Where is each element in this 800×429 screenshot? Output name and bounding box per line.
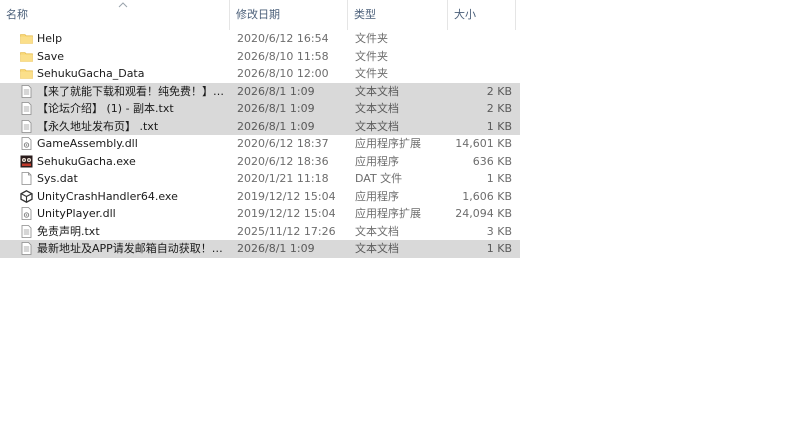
file-row[interactable]: SehukuGacha_Data 2026/8/10 12:00 文件夹 [0, 65, 520, 83]
file-name: SehukuGacha.exe [37, 154, 136, 168]
dll-file-icon [20, 137, 33, 150]
file-size: 1 KB [486, 172, 512, 185]
file-name: 【永久地址发布页】 .txt [37, 119, 159, 133]
file-name: Help [37, 32, 63, 45]
column-header-date-label: 修改日期 [236, 8, 280, 21]
column-header-size-label: 大小 [454, 8, 476, 21]
file-modified-date: 2026/8/1 1:09 [237, 84, 315, 98]
file-row[interactable]: 【永久地址发布页】 .txt 2026/8/1 1:09 文本文档 1 KB [0, 117, 520, 135]
file-name: UnityCrashHandler64.exe [37, 189, 178, 203]
column-header-date[interactable]: 修改日期 [230, 0, 348, 30]
file-row[interactable]: UnityPlayer.dll 2019/12/12 15:04 应用程序扩展 24,… [0, 205, 520, 223]
file-name: SehukuGacha_Data [37, 67, 145, 80]
text-file-icon [20, 102, 33, 115]
file-size: 1,606 KB [462, 189, 512, 203]
file-size: 14,601 KB [455, 137, 512, 150]
file-type: 文本文档 [355, 84, 399, 98]
file-modified-date: 2026/8/1 1:09 [237, 102, 315, 115]
file-modified-date: 2026/8/10 11:58 [237, 49, 329, 63]
file-size: 636 KB [472, 154, 512, 168]
file-type: 文件夹 [355, 67, 388, 80]
file-modified-date: 2026/8/1 1:09 [237, 119, 315, 133]
file-row[interactable]: 【论坛介绍】 (1) - 副本.txt 2026/8/1 1:09 文本文档 2 KB [0, 100, 520, 118]
text-file-icon [20, 84, 33, 98]
file-type: 文本文档 [355, 242, 399, 255]
file-size: 2 KB [486, 84, 512, 98]
file-modified-date: 2026/8/10 12:00 [237, 67, 329, 80]
unity-icon [20, 189, 33, 203]
folder-icon [20, 50, 33, 63]
file-row[interactable]: 免责声明.txt 2025/11/12 17:26 文本文档 3 KB [0, 223, 520, 241]
file-type: 文本文档 [355, 224, 399, 238]
file-name: Save [37, 49, 65, 63]
file-modified-date: 2020/1/21 11:18 [237, 172, 329, 185]
file-type: 应用程序扩展 [355, 207, 421, 220]
file-type: DAT 文件 [355, 172, 403, 185]
file-name: UnityPlayer.dll [37, 207, 116, 220]
dll-file-icon [20, 207, 33, 220]
file-row[interactable]: Sys.dat 2020/1/21 11:18 DAT 文件 1 KB [0, 170, 520, 188]
file-name: 【来了就能下载和观看！纯免费！】 - 副... [37, 84, 227, 98]
file-type: 文本文档 [355, 119, 399, 133]
file-modified-date: 2020/6/12 18:36 [237, 154, 329, 168]
file-row[interactable]: SehukuGacha.exe 2020/6/12 18:36 应用程序 636 KB [0, 153, 520, 171]
text-file-icon [20, 242, 33, 255]
column-header-name-label: 名称 [6, 8, 28, 21]
file-modified-date: 2026/8/1 1:09 [237, 242, 315, 255]
file-name: GameAssembly.dll [37, 137, 138, 150]
text-file-icon [20, 224, 33, 238]
file-size: 1 KB [486, 242, 512, 255]
file-name: Sys.dat [37, 172, 78, 185]
file-type: 文本文档 [355, 102, 399, 115]
file-row[interactable]: UnityCrashHandler64.exe 2019/12/12 15:04 应… [0, 188, 520, 206]
folder-icon [20, 67, 33, 80]
file-size: 24,094 KB [455, 207, 512, 220]
game-app-icon [20, 155, 33, 168]
file-row[interactable]: GameAssembly.dll 2020/6/12 18:37 应用程序扩展 14,… [0, 135, 520, 153]
file-modified-date: 2020/6/12 18:37 [237, 137, 329, 150]
file-row[interactable]: 最新地址及APP请发邮箱自动获取！！！... 2026/8/1 1:09 文本文档 1… [0, 240, 520, 258]
file-type: 文件夹 [355, 49, 388, 63]
file-list: Help 2020/6/12 16:54 文件夹 Save 2026/8/10 11:5… [0, 30, 520, 258]
file-row[interactable]: Help 2020/6/12 16:54 文件夹 [0, 30, 520, 48]
file-type: 应用程序 [355, 189, 399, 203]
column-header-bar: 名称 修改日期 类型 大小 [0, 0, 520, 30]
text-file-icon [20, 119, 33, 133]
file-size: 2 KB [486, 102, 512, 115]
file-name: 【论坛介绍】 (1) - 副本.txt [37, 102, 174, 115]
file-type: 应用程序 [355, 154, 399, 168]
sort-ascending-icon [118, 2, 128, 8]
file-row[interactable]: 【来了就能下载和观看！纯免费！】 - 副... 2026/8/1 1:09 文本文档… [0, 82, 520, 100]
column-header-type-label: 类型 [354, 8, 376, 21]
file-name: 最新地址及APP请发邮箱自动获取！！！... [37, 242, 227, 255]
file-modified-date: 2019/12/12 15:04 [237, 207, 336, 220]
file-type: 应用程序扩展 [355, 137, 421, 150]
column-header-type[interactable]: 类型 [348, 0, 448, 30]
column-header-size[interactable]: 大小 [448, 0, 516, 30]
column-header-name[interactable]: 名称 [0, 0, 230, 30]
file-size: 3 KB [486, 224, 512, 238]
file-modified-date: 2020/6/12 16:54 [237, 32, 329, 45]
file-size: 1 KB [486, 119, 512, 133]
file-name: 免责声明.txt [37, 224, 100, 238]
file-type: 文件夹 [355, 32, 388, 45]
file-modified-date: 2019/12/12 15:04 [237, 189, 336, 203]
blank-file-icon [20, 172, 33, 185]
file-modified-date: 2025/11/12 17:26 [237, 224, 336, 238]
file-row[interactable]: Save 2026/8/10 11:58 文件夹 [0, 48, 520, 66]
folder-icon [20, 32, 33, 45]
